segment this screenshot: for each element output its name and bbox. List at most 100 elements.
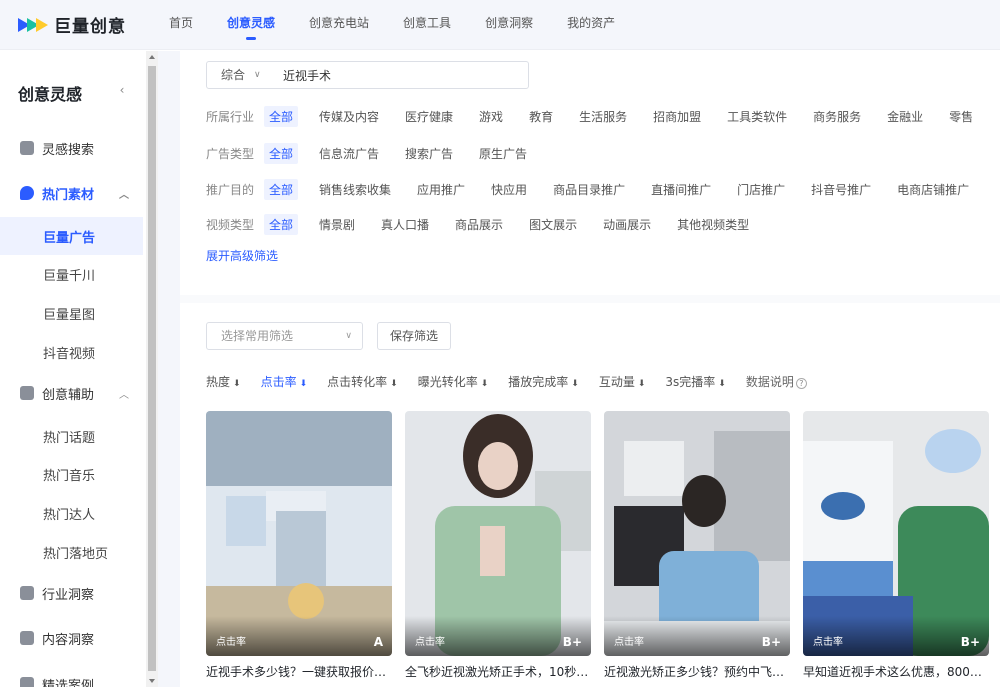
filter-option[interactable]: 销售线索收集: [314, 179, 396, 200]
sidebar-item-juliang-ads[interactable]: 巨量广告: [0, 217, 143, 255]
sort-label: 点击率: [260, 375, 297, 389]
compass-icon: [20, 586, 34, 600]
ad-card[interactable]: 点击率 B+: [604, 411, 790, 656]
filter-option[interactable]: 传媒及内容: [314, 106, 384, 127]
logo[interactable]: 巨量创意: [18, 12, 148, 37]
sidebar-item-hot-creators[interactable]: 热门达人: [0, 494, 143, 532]
filter-option[interactable]: 零售: [944, 106, 978, 127]
preset-filter-select[interactable]: 选择常用筛选 ∨: [206, 322, 363, 350]
case-icon: [20, 677, 34, 687]
sidebar-item-label: 巨量广告: [43, 230, 96, 246]
search-type-select[interactable]: 综合 ∨: [207, 62, 269, 88]
card-grade: B+: [960, 635, 980, 649]
filter-option[interactable]: 门店推广: [732, 179, 790, 200]
sidebar-item-xingtu[interactable]: 巨量星图: [0, 294, 143, 332]
filter-option[interactable]: 图文展示: [524, 214, 582, 235]
scroll-down-icon[interactable]: [149, 679, 155, 683]
sidebar-item-content-insight[interactable]: 内容洞察: [0, 619, 143, 657]
filter-option[interactable]: 工具类软件: [722, 106, 792, 127]
sidebar-item-label: 巨量星图: [43, 307, 96, 323]
flame-icon: [20, 186, 34, 200]
filter-option[interactable]: 信息流广告: [314, 143, 384, 164]
card-title[interactable]: 近视激光矫正多少钱？预约中飞…: [604, 663, 790, 680]
top-nav: 首页 创意灵感 创意充电站 创意工具 创意洞察 我的资产: [152, 0, 632, 50]
sidebar-item-label: 热门落地页: [43, 546, 109, 562]
sort-interactions[interactable]: 互动量 ⬇: [599, 373, 646, 390]
nav-tools[interactable]: 创意工具: [386, 0, 468, 50]
nav-inspiration[interactable]: 创意灵感: [210, 0, 292, 50]
card-metric-label: 点击率: [813, 637, 843, 648]
sidebar-item-qianchuan[interactable]: 巨量千川: [0, 255, 143, 293]
filter-option[interactable]: 金融业: [882, 106, 928, 127]
filter-option[interactable]: 招商加盟: [648, 106, 706, 127]
sidebar-item-label: 巨量千川: [43, 268, 96, 284]
sidebar-scrollbar[interactable]: [146, 51, 158, 687]
sidebar-item-douyin-video[interactable]: 抖音视频: [0, 333, 143, 371]
nav-home[interactable]: 首页: [152, 0, 210, 50]
content-gutter: [158, 51, 180, 687]
filter-option[interactable]: 抖音号推广: [806, 179, 876, 200]
data-help[interactable]: 数据说明?: [746, 373, 807, 390]
section-divider: [180, 295, 1000, 303]
sidebar-item-label: 热门达人: [43, 507, 96, 523]
card-metric-label: 点击率: [614, 637, 644, 648]
sidebar: 创意灵感 ‹ 灵感搜索 热门素材 ︿ 巨量广告 巨量千川 巨量星图 抖音视频 创意…: [0, 51, 146, 687]
filter-option[interactable]: 真人口播: [376, 214, 434, 235]
filter-option[interactable]: 生活服务: [574, 106, 632, 127]
ad-card[interactable]: 点击率 A: [206, 411, 392, 656]
filter-option[interactable]: 游戏: [474, 106, 508, 127]
sort-3s-completion[interactable]: 3s完播率 ⬇: [665, 373, 725, 390]
sort-ctr[interactable]: 点击率 ⬇: [261, 373, 308, 390]
sidebar-item-hot-topics[interactable]: 热门话题: [0, 417, 143, 455]
sort-completion[interactable]: 播放完成率 ⬇: [508, 373, 579, 390]
scrollbar-thumb[interactable]: [148, 66, 156, 671]
filter-option[interactable]: 教育: [524, 106, 558, 127]
filter-option[interactable]: 全部: [264, 143, 299, 164]
filter-option[interactable]: 全部: [264, 179, 299, 200]
sidebar-item-hot-music[interactable]: 热门音乐: [0, 455, 143, 493]
sidebar-item-creative-assist[interactable]: 创意辅助 ︿: [0, 374, 143, 412]
filter-option[interactable]: 医疗健康: [400, 106, 458, 127]
sidebar-item-hot-landing[interactable]: 热门落地页: [0, 533, 143, 571]
sidebar-item-cases[interactable]: 精选案例: [0, 665, 143, 687]
card-grade: A: [373, 635, 383, 649]
sidebar-item-search[interactable]: 灵感搜索: [0, 129, 143, 167]
filter-option[interactable]: 电商店铺推广: [892, 179, 974, 200]
nav-insights[interactable]: 创意洞察: [468, 0, 550, 50]
save-filter-button[interactable]: 保存筛选: [377, 322, 451, 350]
collapse-icon[interactable]: ‹: [113, 82, 131, 100]
filter-option[interactable]: 搜索广告: [400, 143, 458, 164]
filter-option[interactable]: 直播间推广: [646, 179, 716, 200]
sort-label: 播放完成率: [508, 375, 569, 389]
ad-card[interactable]: 点击率 B+: [803, 411, 989, 656]
filter-option[interactable]: 全部: [264, 106, 299, 127]
question-icon: ?: [795, 378, 807, 389]
chevron-down-icon: ∨: [254, 70, 261, 80]
filter-option[interactable]: 快应用: [486, 179, 532, 200]
sort-heat[interactable]: 热度 ⬇: [206, 373, 241, 390]
sidebar-item-industry-insight[interactable]: 行业洞察: [0, 574, 143, 612]
nav-charging-station[interactable]: 创意充电站: [292, 0, 386, 50]
sort-click-conversion[interactable]: 点击转化率 ⬇: [327, 373, 398, 390]
ad-card[interactable]: 点击率 B+: [405, 411, 591, 656]
filter-option[interactable]: 其他视频类型: [672, 214, 754, 235]
filter-option[interactable]: 商品展示: [450, 214, 508, 235]
filter-option[interactable]: 全部: [264, 214, 299, 235]
search-input[interactable]: [269, 63, 509, 87]
card-title[interactable]: 全飞秒近视激光矫正手术，10秒…: [405, 663, 591, 680]
scroll-up-icon[interactable]: [149, 55, 155, 59]
filter-option[interactable]: 商品目录推广: [548, 179, 630, 200]
filter-option[interactable]: 原生广告: [474, 143, 532, 164]
advanced-filter-link[interactable]: 展开高级筛选: [206, 247, 278, 264]
main-content: 综合 ∨ 所属行业 全部 传媒及内容 医疗健康 游戏 教育 生活服务 招商加盟 …: [180, 51, 1000, 687]
filter-option[interactable]: 应用推广: [412, 179, 470, 200]
card-title[interactable]: 近视手术多少钱？一键获取报价…: [206, 663, 392, 680]
filter-option[interactable]: 动画展示: [598, 214, 656, 235]
sort-exposure-conversion[interactable]: 曝光转化率 ⬇: [418, 373, 489, 390]
sidebar-item-hot-materials[interactable]: 热门素材 ︿: [0, 174, 143, 212]
card-title[interactable]: 早知道近视手术这么优惠，800…: [803, 663, 989, 680]
filter-video-type: 视频类型 全部 情景剧 真人口播 商品展示 图文展示 动画展示 其他视频类型: [206, 214, 770, 235]
nav-assets[interactable]: 我的资产: [550, 0, 632, 50]
filter-option[interactable]: 情景剧: [314, 214, 360, 235]
filter-option[interactable]: 商务服务: [808, 106, 866, 127]
